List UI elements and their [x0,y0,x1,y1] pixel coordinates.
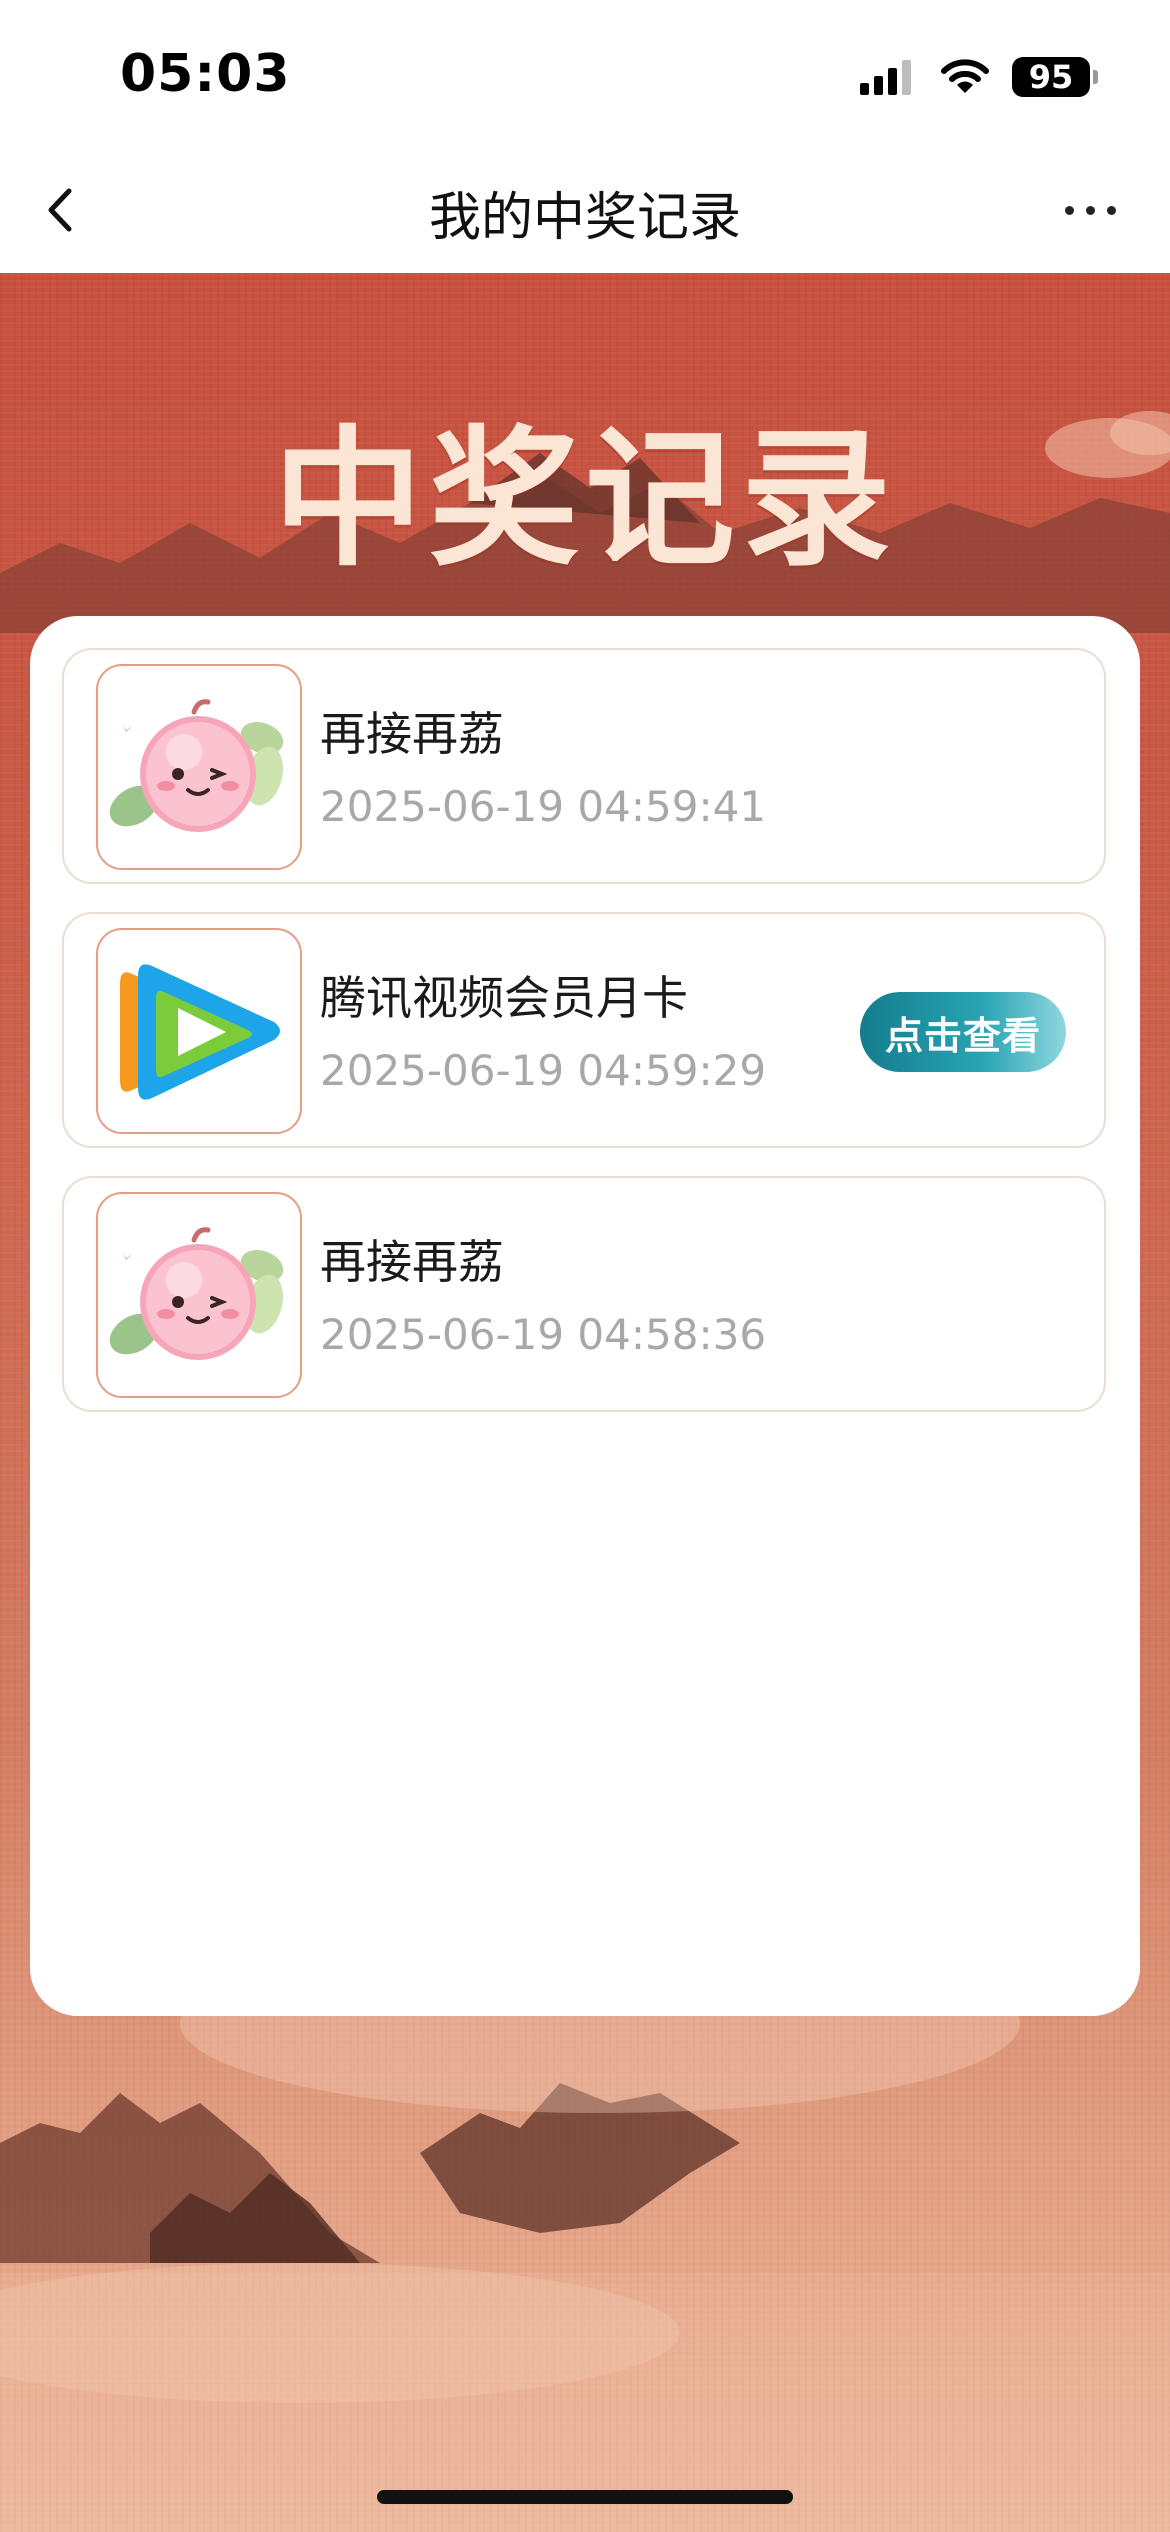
banner-title: 中奖记录 [272,411,897,587]
battery-level: 95 [1028,58,1074,96]
record-item: 再接再荔 2025-06-19 04:58:36 [62,1176,1106,1412]
more-icon-dot [1106,205,1116,215]
page-title: 我的中奖记录 [428,188,741,248]
cellular-signal-icon [860,60,911,95]
prize-time: 2025-06-19 04:58:36 [320,1310,767,1359]
more-icon [1064,205,1074,215]
battery-icon: 95 [1012,57,1098,97]
status-bar: 05:03 95 [0,0,1170,150]
status-time: 05:03 [120,44,291,104]
records-card: 再接再荔 2025-06-19 04:59:41 腾讯视频会员月卡 2025-0… [30,616,1140,2016]
more-button[interactable] [1040,180,1140,240]
prize-name: 再接再荔 [320,707,504,761]
lychee-mascot-icon [109,1227,284,1360]
prize-thumbnail [96,928,302,1134]
status-icons: 95 [860,52,1098,102]
nav-bar: 我的中奖记录 [0,150,1170,273]
wifi-icon [941,59,989,93]
home-indicator[interactable] [377,2490,793,2504]
prize-name: 腾讯视频会员月卡 [320,971,688,1025]
prize-name: 再接再荔 [320,1235,504,1289]
record-item: 腾讯视频会员月卡 2025-06-19 04:59:29 点击查看 [62,912,1106,1148]
lychee-mascot-icon [109,699,284,832]
tencent-video-icon [120,964,280,1100]
prize-time: 2025-06-19 04:59:41 [320,782,767,831]
prize-thumbnail [96,664,302,870]
record-item: 再接再荔 2025-06-19 04:59:41 [62,648,1106,884]
more-icon-dot [1085,205,1095,215]
prize-time: 2025-06-19 04:59:29 [320,1046,767,1095]
view-prize-button[interactable]: 点击查看 [860,992,1066,1072]
prize-thumbnail [96,1192,302,1398]
